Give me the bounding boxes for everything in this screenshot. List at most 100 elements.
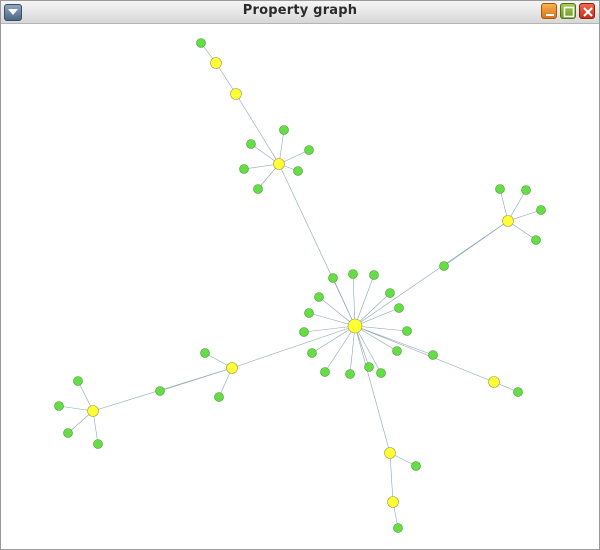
graph-node-leaf-circle bbox=[495, 184, 505, 194]
graph-node-leaf[interactable] bbox=[314, 292, 324, 302]
graph-node-leaf-circle bbox=[536, 205, 546, 215]
graph-node-leaf[interactable] bbox=[364, 362, 374, 372]
graph-node-hub[interactable] bbox=[226, 362, 238, 374]
graph-node-leaf[interactable] bbox=[376, 368, 386, 378]
graph-node-leaf-circle bbox=[320, 367, 330, 377]
graph-node-leaf-circle bbox=[93, 439, 103, 449]
graph-node-leaf[interactable] bbox=[63, 428, 73, 438]
graph-edge bbox=[354, 325, 408, 332]
graph-node-leaf[interactable] bbox=[394, 303, 404, 313]
graph-nodes[interactable] bbox=[54, 38, 546, 533]
graph-view[interactable] bbox=[3, 24, 598, 548]
graph-node-leaf[interactable] bbox=[246, 139, 256, 149]
graph-node-leaf[interactable] bbox=[402, 326, 412, 336]
graph-node-leaf-circle bbox=[402, 326, 412, 336]
graph-node-leaf-circle bbox=[376, 368, 386, 378]
graph-edges bbox=[58, 42, 542, 529]
maximize-button[interactable] bbox=[560, 3, 576, 19]
graph-node-hub-circle bbox=[502, 215, 514, 227]
graph-node-leaf[interactable] bbox=[214, 392, 224, 402]
graph-edge bbox=[231, 325, 356, 369]
graph-node-leaf[interactable] bbox=[320, 367, 330, 377]
graph-edge bbox=[324, 325, 356, 373]
graph-node-leaf[interactable] bbox=[253, 184, 263, 194]
graph-node-leaf[interactable] bbox=[495, 184, 505, 194]
graph-node-leaf-circle bbox=[411, 461, 421, 471]
graph-node-leaf-circle bbox=[304, 308, 314, 318]
graph-node-leaf-circle bbox=[348, 269, 358, 279]
graph-node-leaf[interactable] bbox=[411, 461, 421, 471]
graph-node-leaf-circle bbox=[299, 327, 309, 337]
graph-node-hub[interactable] bbox=[273, 158, 285, 170]
graph-node-leaf-circle bbox=[345, 369, 355, 379]
graph-node-hub-circle bbox=[87, 405, 99, 417]
graph-node-leaf-circle bbox=[369, 270, 379, 280]
title-bar[interactable]: Property graph bbox=[1, 1, 599, 24]
graph-node-leaf[interactable] bbox=[304, 308, 314, 318]
graph-node-leaf[interactable] bbox=[293, 166, 303, 176]
graph-node-hub-circle bbox=[347, 318, 363, 334]
window-title: Property graph bbox=[242, 3, 358, 18]
graph-node-leaf-circle bbox=[155, 386, 165, 396]
graph-node-leaf-circle bbox=[531, 235, 541, 245]
graph-edge bbox=[354, 325, 398, 352]
graph-node-hub-circle bbox=[384, 447, 396, 459]
graph-node-leaf-circle bbox=[63, 428, 73, 438]
graph-edge bbox=[354, 274, 375, 327]
graph-node-hub[interactable] bbox=[488, 376, 500, 388]
maximize-icon bbox=[563, 6, 575, 18]
graph-node-leaf[interactable] bbox=[196, 38, 206, 48]
graph-node-leaf-circle bbox=[253, 184, 263, 194]
graph-node-leaf[interactable] bbox=[531, 235, 541, 245]
graph-node-leaf[interactable] bbox=[299, 327, 309, 337]
graph-node-hub[interactable] bbox=[384, 447, 396, 459]
graph-node-leaf[interactable] bbox=[93, 439, 103, 449]
graph-node-hub[interactable] bbox=[347, 318, 363, 334]
graph-node-leaf-circle bbox=[214, 392, 224, 402]
graph-node-hub-circle bbox=[210, 57, 222, 69]
graph-node-leaf-circle bbox=[428, 350, 438, 360]
minimize-button[interactable] bbox=[541, 3, 557, 19]
graph-edge bbox=[443, 220, 509, 267]
graph-node-leaf-circle bbox=[196, 38, 206, 48]
graph-node-leaf[interactable] bbox=[385, 288, 395, 298]
graph-node-leaf[interactable] bbox=[536, 205, 546, 215]
graph-node-leaf[interactable] bbox=[307, 348, 317, 358]
graph-node-leaf[interactable] bbox=[393, 523, 403, 533]
graph-node-leaf-circle bbox=[314, 292, 324, 302]
graph-node-leaf-circle bbox=[304, 145, 314, 155]
graph-node-leaf-circle bbox=[364, 362, 374, 372]
close-button[interactable] bbox=[579, 3, 595, 19]
graph-node-leaf[interactable] bbox=[521, 185, 531, 195]
graph-node-leaf[interactable] bbox=[304, 145, 314, 155]
graph-node-leaf[interactable] bbox=[439, 261, 449, 271]
graph-node-leaf[interactable] bbox=[348, 269, 358, 279]
graph-node-leaf[interactable] bbox=[345, 369, 355, 379]
graph-node-hub[interactable] bbox=[502, 215, 514, 227]
graph-node-leaf[interactable] bbox=[155, 386, 165, 396]
graph-node-leaf[interactable] bbox=[392, 346, 402, 356]
graph-node-hub[interactable] bbox=[387, 496, 399, 508]
graph-node-leaf-circle bbox=[54, 401, 64, 411]
graph-node-leaf-circle bbox=[385, 288, 395, 298]
graph-node-leaf[interactable] bbox=[328, 273, 338, 283]
graph-node-leaf[interactable] bbox=[239, 164, 249, 174]
graph-edge bbox=[354, 325, 391, 454]
graph-node-hub[interactable] bbox=[230, 88, 242, 100]
graph-node-leaf[interactable] bbox=[200, 348, 210, 358]
graph-node-leaf[interactable] bbox=[513, 387, 523, 397]
graph-node-hub[interactable] bbox=[210, 57, 222, 69]
graph-node-hub-circle bbox=[387, 496, 399, 508]
graph-node-leaf[interactable] bbox=[428, 350, 438, 360]
graph-node-leaf-circle bbox=[246, 139, 256, 149]
close-icon bbox=[583, 7, 593, 17]
graph-node-leaf-circle bbox=[392, 346, 402, 356]
graph-node-leaf-circle bbox=[239, 164, 249, 174]
graph-node-leaf[interactable] bbox=[279, 125, 289, 135]
graph-node-leaf[interactable] bbox=[54, 401, 64, 411]
graph-canvas[interactable] bbox=[3, 24, 598, 548]
graph-node-hub[interactable] bbox=[87, 405, 99, 417]
graph-node-leaf[interactable] bbox=[369, 270, 379, 280]
graph-node-leaf[interactable] bbox=[73, 376, 83, 386]
graph-node-leaf-circle bbox=[200, 348, 210, 358]
